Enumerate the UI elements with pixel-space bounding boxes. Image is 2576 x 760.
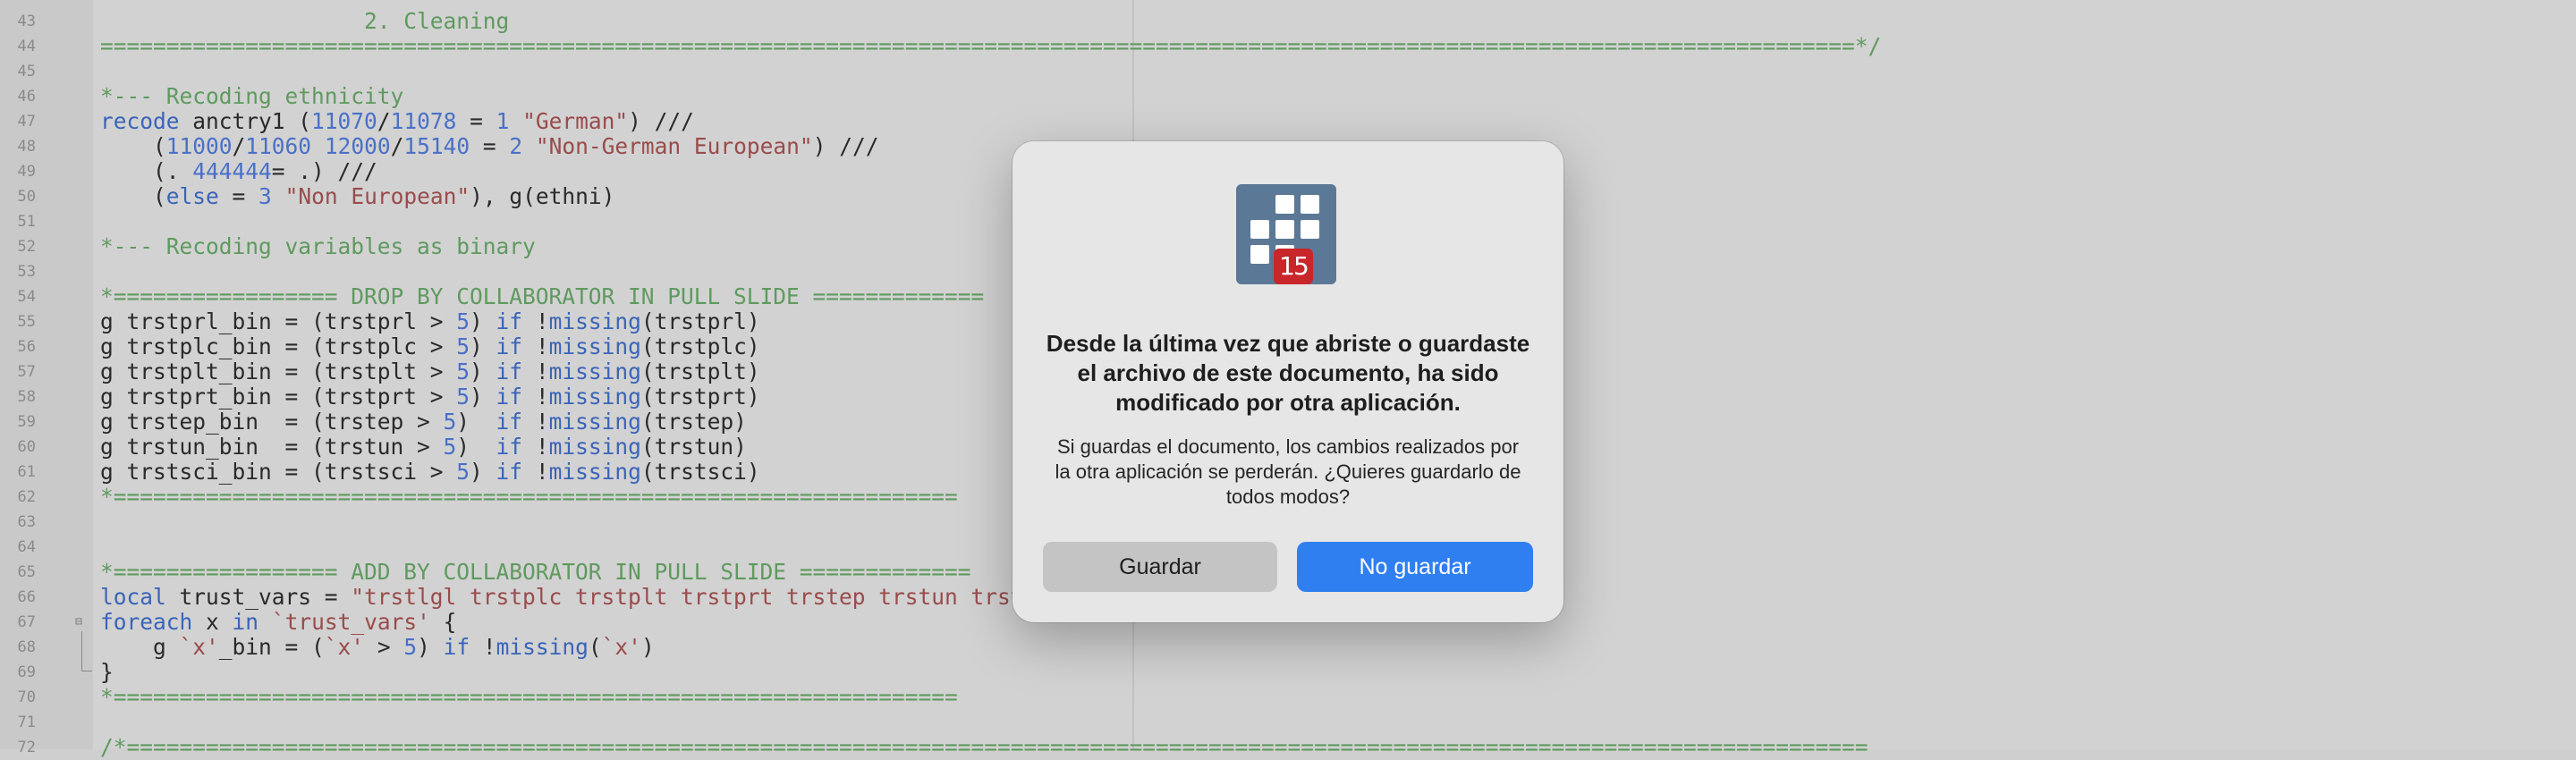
line-number: 65 xyxy=(17,563,36,581)
line-number: 60 xyxy=(17,438,36,456)
line-number: 66 xyxy=(17,588,36,606)
line-number: 71 xyxy=(17,714,36,731)
code-text: g `x'_bin = (`x' > 5) if !missing(`x') xyxy=(100,634,655,660)
dialog-message: Si guardas el documento, los cambios rea… xyxy=(1055,435,1521,508)
line-number: 56 xyxy=(17,338,36,356)
code-text: g trstsci_bin = (trstsci > 5) if !missin… xyxy=(100,459,760,485)
code-text: *================= DROP BY COLLABORATOR … xyxy=(100,283,985,309)
code-text: *=======================================… xyxy=(100,684,958,710)
line-number: 50 xyxy=(17,188,36,206)
line-number: 72 xyxy=(17,739,36,756)
line-number: 64 xyxy=(17,538,36,556)
code-text: *================= ADD BY COLLABORATOR I… xyxy=(100,559,971,585)
line-number: 70 xyxy=(17,688,36,706)
code-line[interactable]: 69} xyxy=(0,660,2576,685)
code-text: local trust_vars = "trstlgl trstplc trst… xyxy=(100,584,1038,610)
code-text: (11000/11060 12000/15140 = 2 "Non-German… xyxy=(100,133,879,159)
code-line[interactable]: 70 *=====================================… xyxy=(0,685,2576,710)
line-number: 44 xyxy=(17,38,36,55)
code-line[interactable]: 68 g `x'_bin = (`x' > 5) if !missing(`x'… xyxy=(0,635,2576,660)
code-text: g trstplt_bin = (trstplt > 5) if !missin… xyxy=(100,359,760,384)
code-line[interactable]: 46 *--- Recoding ethnicity xyxy=(0,84,2576,109)
line-number: 43 xyxy=(17,13,36,30)
fold-bracket xyxy=(81,631,82,671)
line-number: 47 xyxy=(17,113,36,131)
code-text: g trstprt_bin = (trstprt > 5) if !missin… xyxy=(100,384,760,410)
code-line[interactable]: 44 ======================================… xyxy=(0,34,2576,59)
code-text: *--- Recoding variables as binary xyxy=(100,233,536,259)
line-number: 49 xyxy=(17,163,36,181)
code-line[interactable]: 43 2. Cleaning xyxy=(0,9,2576,34)
line-number: 69 xyxy=(17,663,36,681)
code-text: g trstun_bin = (trstun > 5) if !missing(… xyxy=(100,434,747,460)
line-number: 51 xyxy=(17,213,36,231)
code-line[interactable]: 47 recode anctry1 (11070/11078 = 1 "Germa… xyxy=(0,109,2576,134)
line-number: 53 xyxy=(17,263,36,281)
line-number: 67 xyxy=(17,613,36,631)
line-number: 61 xyxy=(17,463,36,481)
line-number: 55 xyxy=(17,313,36,331)
code-text: /*======================================… xyxy=(100,734,1868,760)
line-number: 63 xyxy=(17,513,36,531)
dont-save-button[interactable]: No guardar xyxy=(1297,542,1533,592)
dialog-title: Desde la última vez que abriste o guarda… xyxy=(1046,330,1530,416)
save-button[interactable]: Guardar xyxy=(1043,542,1277,592)
code-text: g trstprl_bin = (trstprl > 5) if !missin… xyxy=(100,308,760,334)
line-number: 48 xyxy=(17,138,36,156)
line-number: 45 xyxy=(17,63,36,80)
line-number: 59 xyxy=(17,413,36,431)
line-number: 46 xyxy=(17,88,36,106)
line-number: 52 xyxy=(17,238,36,256)
line-number: 54 xyxy=(17,288,36,306)
code-text: } xyxy=(100,659,114,685)
code-text: 2. Cleaning xyxy=(100,8,510,34)
code-text: g trstplc_bin = (trstplc > 5) if !missin… xyxy=(100,334,760,359)
code-line[interactable]: 72 /*====================================… xyxy=(0,735,2576,760)
code-text: foreach x in `trust_vars' { xyxy=(100,609,457,635)
code-text: recode anctry1 (11070/11078 = 1 "German"… xyxy=(100,108,694,134)
code-line[interactable]: 71 xyxy=(0,710,2576,735)
line-number: 57 xyxy=(17,363,36,381)
code-line[interactable]: 45 xyxy=(0,59,2576,84)
code-text: *--- Recoding ethnicity xyxy=(100,83,404,109)
code-text: *=======================================… xyxy=(100,484,958,510)
unsaved-changes-dialog: 15 Desde la última vez que abriste o gua… xyxy=(1013,141,1563,622)
line-number: 58 xyxy=(17,388,36,406)
code-text: (else = 3 "Non European"), g(ethni) xyxy=(100,183,615,209)
code-text: g trstep_bin = (trstep > 5) if !missing(… xyxy=(100,409,747,435)
line-number: 62 xyxy=(17,488,36,506)
line-number: 68 xyxy=(17,638,36,656)
version-badge: 15 xyxy=(1274,249,1313,284)
code-text: (. 444444= .) /// xyxy=(100,158,377,184)
code-text: ========================================… xyxy=(100,33,1882,59)
